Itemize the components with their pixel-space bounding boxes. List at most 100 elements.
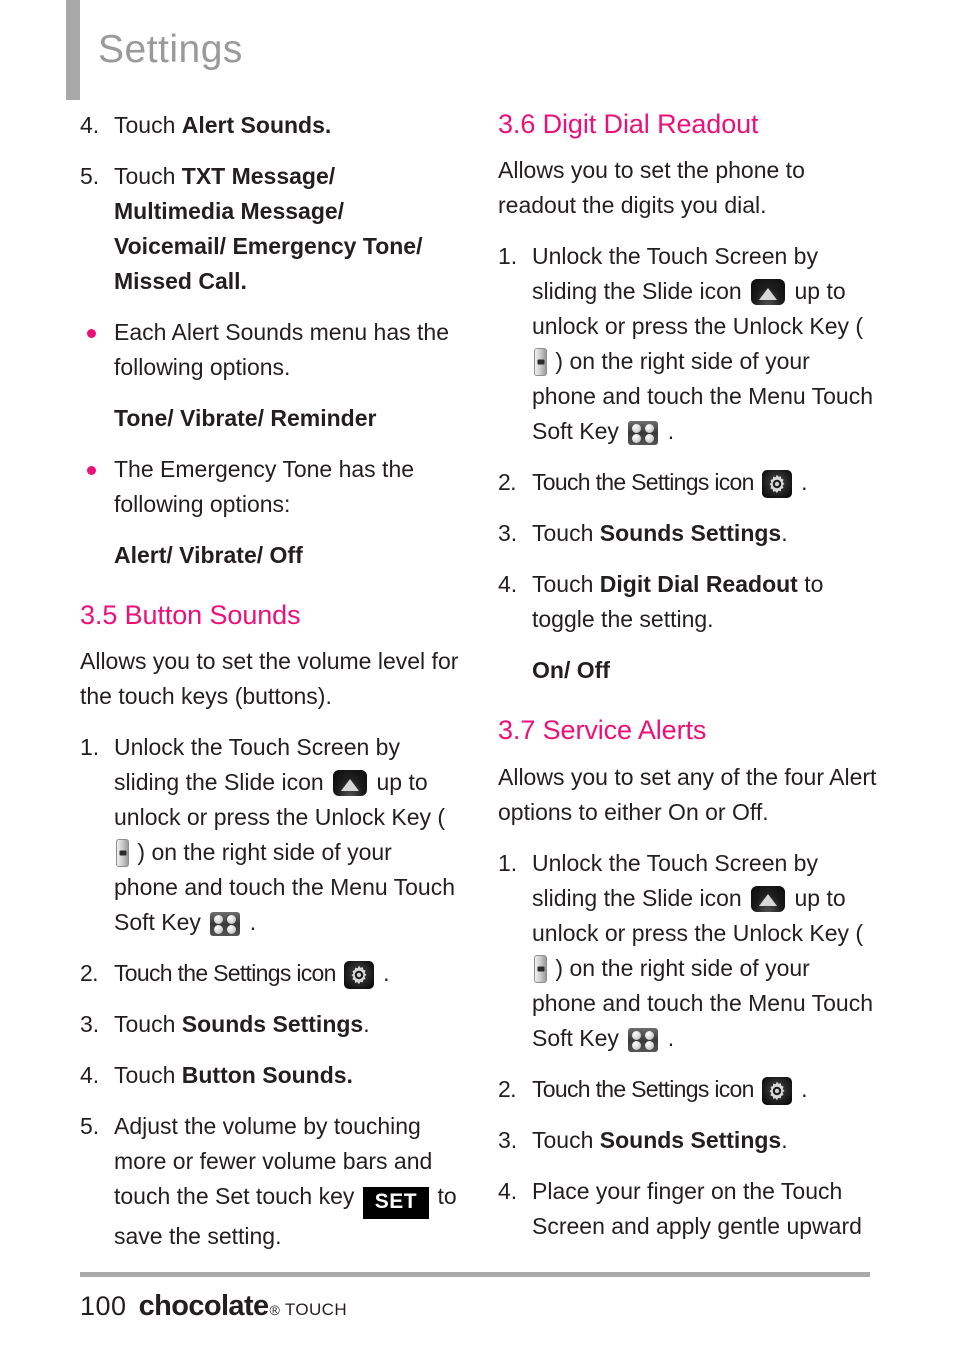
step-number: 4. bbox=[498, 1177, 518, 1204]
body-text: . bbox=[243, 909, 257, 936]
paragraph: Allows you to set the phone to readout t… bbox=[498, 153, 878, 223]
step-number: 5. bbox=[80, 1113, 100, 1140]
unlock-key-icon bbox=[116, 839, 129, 868]
menu-soft-key-icon bbox=[628, 421, 659, 446]
body-text: Touch bbox=[532, 1126, 600, 1153]
menu-key-dot bbox=[214, 925, 224, 935]
step-number: 4. bbox=[80, 1062, 100, 1089]
body-text: Allows you to set any of the four Alert … bbox=[498, 763, 877, 825]
menu-soft-key-icon bbox=[210, 912, 241, 937]
paragraph: Allows you to set any of the four Alert … bbox=[498, 760, 878, 830]
body-text: Touch the Settings icon bbox=[532, 469, 760, 496]
body-text: Touch bbox=[114, 1011, 182, 1038]
step-number: 4. bbox=[498, 571, 518, 598]
section-heading: 3.6 Digit Dial Readout bbox=[498, 109, 759, 139]
body-text: . bbox=[661, 418, 675, 445]
paragraph: Allows you to set the volume level for t… bbox=[80, 644, 460, 714]
body-text: ) on the right side of your phone and to… bbox=[532, 954, 874, 1051]
left-column: 4. Touch Alert Sounds. 5. Touch TXT Message… bbox=[80, 108, 460, 1270]
numbered-step: 2. Touch the Settings icon . bbox=[80, 956, 460, 991]
menu-key-dot bbox=[227, 915, 237, 925]
right-column: 3.6 Digit Dial Readout Allows you to set … bbox=[498, 108, 878, 1260]
emphasis-text: Sounds Settings bbox=[181, 1011, 364, 1038]
bullet-item: Each Alert Sounds menu has the following… bbox=[80, 315, 460, 385]
slide-icon bbox=[333, 770, 368, 797]
step-number: 3. bbox=[498, 1126, 518, 1153]
body-text: . bbox=[377, 960, 389, 987]
emphasis-text: Sounds Settings bbox=[599, 1126, 782, 1153]
emphasis-text: Alert Sounds. bbox=[181, 112, 332, 138]
body-text: . bbox=[781, 520, 788, 547]
page-header: Settings bbox=[0, 0, 954, 104]
body-text: Touch bbox=[532, 520, 600, 547]
unlock-key-icon bbox=[534, 348, 547, 377]
menu-key-dot bbox=[645, 1030, 655, 1040]
menu-key-dot bbox=[645, 424, 655, 434]
step-number: 1. bbox=[80, 734, 100, 761]
menu-key-dot bbox=[632, 1040, 642, 1050]
numbered-step: 4. Touch Alert Sounds. bbox=[80, 108, 460, 143]
body-text: Each Alert Sounds menu has the following… bbox=[114, 319, 449, 380]
body-text: . bbox=[781, 1126, 788, 1153]
body-text: Touch bbox=[114, 112, 182, 138]
menu-key-dot bbox=[632, 1030, 642, 1040]
numbered-step: 5. Adjust the volume by touching more or … bbox=[80, 1109, 460, 1254]
numbered-step: 1. Unlock the Touch Screen by sliding the… bbox=[498, 846, 878, 1056]
menu-key-dot bbox=[632, 424, 642, 434]
body-text: . bbox=[363, 1011, 370, 1038]
body-text: Place your finger on the Touch Screen an… bbox=[532, 1177, 862, 1239]
slide-icon bbox=[751, 279, 786, 306]
page-title: Settings bbox=[98, 28, 243, 71]
body-text: ) on the right side of your phone and to… bbox=[532, 348, 874, 445]
body-text: The Emergency Tone has the following opt… bbox=[114, 456, 415, 517]
numbered-step: 2. Touch the Settings icon . bbox=[498, 1072, 878, 1107]
body-text: Allows you to set the phone to readout t… bbox=[498, 157, 805, 219]
body-text: ) on the right side of your phone and to… bbox=[114, 839, 456, 936]
brand-sub-label: TOUCH bbox=[284, 1300, 348, 1319]
body-text: Touch the Settings icon bbox=[532, 1075, 760, 1102]
brand-logo: chocolate bbox=[138, 1290, 270, 1322]
menu-key-dot bbox=[227, 925, 237, 935]
settings-gear-icon bbox=[344, 961, 375, 990]
footer-divider bbox=[80, 1272, 870, 1277]
body-text: . bbox=[795, 1075, 807, 1102]
step-number: 1. bbox=[498, 849, 518, 876]
step-number: 4. bbox=[80, 112, 100, 138]
options-list: On/ Off bbox=[532, 657, 610, 684]
emphasis-text: Digit Dial Readout bbox=[599, 571, 798, 598]
step-number: 1. bbox=[498, 243, 518, 270]
step-number: 2. bbox=[80, 960, 98, 987]
numbered-step: 4. Touch Button Sounds. bbox=[80, 1058, 460, 1093]
menu-key-dot bbox=[214, 915, 224, 925]
body-text: Touch bbox=[532, 571, 600, 598]
numbered-step: 4. Touch Digit Dial Readout to toggle the… bbox=[498, 567, 878, 637]
options-list: Tone/ Vibrate/ Reminder bbox=[114, 405, 377, 431]
numbered-step: 1. Unlock the Touch Screen by sliding the… bbox=[498, 239, 878, 449]
page-footer: 100 chocolate ® TOUCH bbox=[80, 1290, 347, 1323]
registered-mark-icon: ® bbox=[269, 1302, 280, 1318]
emphasis-text: Sounds Settings bbox=[599, 520, 782, 547]
body-text: Allows you to set the volume level for t… bbox=[80, 648, 459, 710]
numbered-step: 3. Touch Sounds Settings. bbox=[498, 1123, 878, 1158]
body-text: . bbox=[795, 469, 807, 496]
numbered-step: 5. Touch TXT Message/ Multimedia Message/… bbox=[80, 159, 460, 299]
body-text: Touch bbox=[114, 163, 182, 189]
bullet-item: The Emergency Tone has the following opt… bbox=[80, 452, 460, 522]
unlock-key-icon bbox=[534, 954, 547, 983]
section-heading: 3.5 Button Sounds bbox=[80, 600, 301, 630]
menu-soft-key-icon bbox=[628, 1027, 659, 1052]
bullet-dot-icon bbox=[87, 466, 96, 475]
numbered-step: 3. Touch Sounds Settings. bbox=[80, 1007, 460, 1042]
numbered-step: 1. Unlock the Touch Screen by sliding the… bbox=[80, 730, 460, 940]
numbered-step: 4. Place your finger on the Touch Screen … bbox=[498, 1174, 878, 1244]
set-touch-key[interactable]: SET bbox=[362, 1187, 430, 1220]
menu-key-dot bbox=[632, 434, 642, 444]
page-number: 100 bbox=[80, 1291, 127, 1321]
numbered-step: 3. Touch Sounds Settings. bbox=[498, 516, 878, 551]
settings-gear-icon bbox=[762, 470, 793, 499]
settings-gear-icon bbox=[762, 1076, 793, 1105]
menu-key-dot bbox=[645, 1040, 655, 1050]
header-accent-bar bbox=[66, 0, 80, 100]
options-list: Alert/ Vibrate/ Off bbox=[114, 542, 303, 568]
section-heading: 3.7 Service Alerts bbox=[498, 715, 707, 746]
